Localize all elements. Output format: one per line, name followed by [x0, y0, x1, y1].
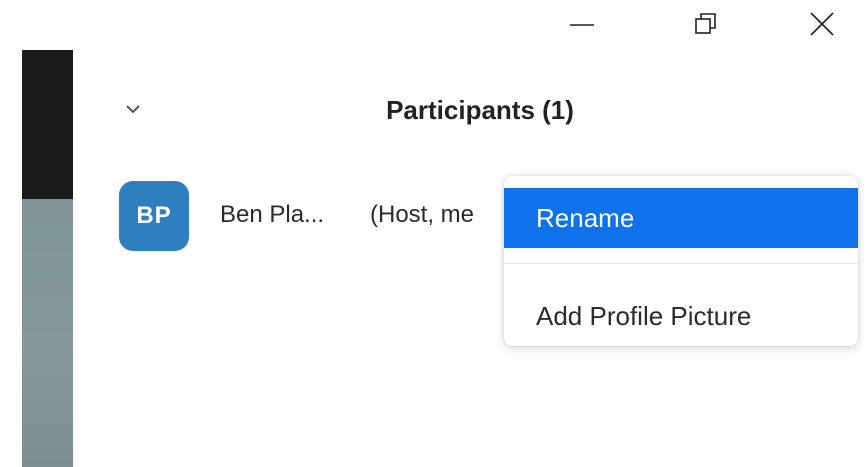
- close-button[interactable]: [792, 0, 852, 48]
- menu-item-add-profile-picture[interactable]: Add Profile Picture: [504, 288, 858, 344]
- restore-button[interactable]: [676, 0, 736, 48]
- close-icon: [810, 12, 834, 36]
- minimize-icon: [570, 24, 594, 26]
- participant-context-menu: Rename Add Profile Picture: [504, 176, 858, 346]
- participant-name: Ben Pla...: [220, 201, 325, 228]
- video-tile-background: [22, 199, 73, 467]
- chevron-down-icon: [126, 105, 140, 114]
- menu-divider: [504, 263, 858, 264]
- participants-window: Participants (1) BP Ben Pla... (Host, me…: [0, 0, 867, 467]
- participant-row[interactable]: BP Ben Pla... (Host, me: [100, 178, 520, 258]
- menu-item-rename[interactable]: Rename: [504, 188, 858, 248]
- avatar: BP: [119, 181, 189, 251]
- collapse-panel-button[interactable]: [122, 100, 144, 118]
- participant-role: (Host, me: [370, 201, 475, 228]
- restore-icon: [695, 13, 716, 34]
- video-area-edge: [22, 50, 73, 467]
- video-tile-dark: [22, 50, 73, 199]
- minimize-button[interactable]: [552, 0, 612, 48]
- panel-title: Participants (1): [386, 95, 574, 125]
